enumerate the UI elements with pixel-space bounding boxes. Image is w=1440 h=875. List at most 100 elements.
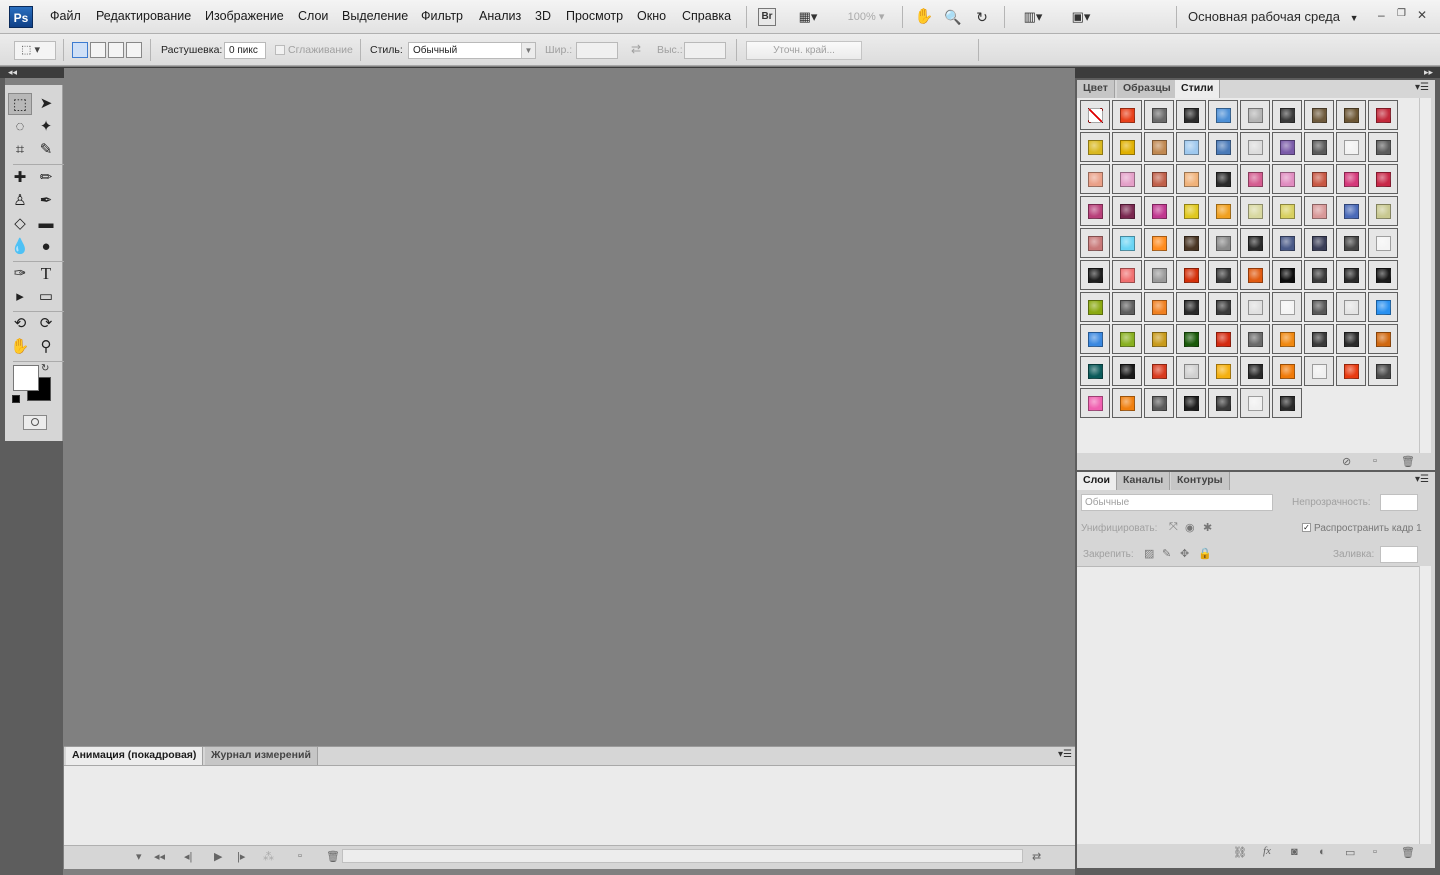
style-swatch[interactable] xyxy=(1144,356,1174,386)
first-frame-icon[interactable]: ◂◂ xyxy=(154,850,165,863)
style-swatch[interactable] xyxy=(1272,356,1302,386)
delete-style-icon[interactable]: 🗑 xyxy=(1401,455,1415,468)
style-swatch[interactable] xyxy=(1336,228,1366,258)
3d-rotate-icon[interactable]: ⟲ xyxy=(8,313,32,335)
delete-layer-icon[interactable]: 🗑 xyxy=(1401,846,1415,859)
intersect-selection-icon[interactable] xyxy=(126,42,142,58)
style-swatch[interactable] xyxy=(1240,388,1270,418)
unify-position-icon[interactable]: ⤧ xyxy=(1169,521,1178,534)
add-mask-icon[interactable]: ◙ xyxy=(1291,846,1298,858)
default-colors-icon[interactable] xyxy=(12,395,20,403)
previous-frame-icon[interactable]: ◂| xyxy=(184,850,192,863)
horizontal-scrollbar[interactable] xyxy=(342,849,1023,863)
animation-frames-area[interactable] xyxy=(64,765,1075,849)
add-to-selection-icon[interactable] xyxy=(90,42,106,58)
type-tool-icon[interactable]: T xyxy=(34,263,58,285)
lock-pixels-icon[interactable]: ✎ xyxy=(1162,547,1171,560)
menu-image[interactable]: Изображение xyxy=(205,9,284,23)
style-swatch[interactable] xyxy=(1336,260,1366,290)
style-swatch[interactable] xyxy=(1176,388,1206,418)
style-swatch[interactable] xyxy=(1176,356,1206,386)
style-swatch[interactable] xyxy=(1144,164,1174,194)
hand-tool-icon[interactable]: ✋ xyxy=(8,336,32,358)
style-swatch[interactable] xyxy=(1112,100,1142,130)
style-swatch[interactable] xyxy=(1112,132,1142,162)
menu-layers[interactable]: Слои xyxy=(298,9,328,23)
lock-transparency-icon[interactable]: ▨ xyxy=(1144,547,1154,560)
layers-list[interactable] xyxy=(1077,566,1419,844)
hand-tool-icon[interactable]: ✋ xyxy=(914,8,934,26)
collapse-left-icon[interactable]: ◂◂ xyxy=(8,67,17,78)
style-swatch[interactable] xyxy=(1240,100,1270,130)
style-swatch[interactable] xyxy=(1240,324,1270,354)
style-swatch[interactable] xyxy=(1272,164,1302,194)
style-swatch[interactable] xyxy=(1208,292,1238,322)
swap-colors-icon[interactable]: ↻ xyxy=(41,363,49,374)
screen-mode-icon[interactable]: ▣▾ xyxy=(1064,8,1098,26)
timeline-mode-icon[interactable]: ⇄ xyxy=(1032,850,1041,863)
style-swatch[interactable] xyxy=(1208,100,1238,130)
crop-tool-icon[interactable]: ⌗ xyxy=(8,139,32,161)
style-swatch[interactable] xyxy=(1208,356,1238,386)
adjustment-layer-icon[interactable]: ◐ xyxy=(1319,846,1326,858)
panel-menu-icon[interactable]: ▾☰ xyxy=(1415,474,1429,485)
layer-style-icon[interactable]: fx xyxy=(1263,845,1271,857)
style-swatch[interactable] xyxy=(1272,196,1302,226)
style-swatch[interactable] xyxy=(1144,292,1174,322)
tab-animation[interactable]: Анимация (покадровая) xyxy=(66,747,204,765)
style-swatch[interactable] xyxy=(1112,388,1142,418)
style-swatch[interactable] xyxy=(1336,100,1366,130)
rotate-view-icon[interactable]: ↻ xyxy=(972,8,992,26)
style-swatch[interactable] xyxy=(1080,356,1110,386)
new-frame-icon[interactable]: ▫ xyxy=(298,850,302,862)
menu-select[interactable]: Выделение xyxy=(342,9,408,23)
style-swatch[interactable] xyxy=(1176,196,1206,226)
bridge-button[interactable]: Br xyxy=(758,8,776,26)
style-swatch[interactable] xyxy=(1112,228,1142,258)
path-selection-icon[interactable]: ▸ xyxy=(8,286,32,308)
style-swatch[interactable] xyxy=(1112,292,1142,322)
style-swatch[interactable] xyxy=(1272,260,1302,290)
style-swatch[interactable] xyxy=(1240,228,1270,258)
menu-file[interactable]: Файл xyxy=(50,9,81,23)
document-canvas-area[interactable] xyxy=(64,68,1075,746)
style-swatch[interactable] xyxy=(1080,260,1110,290)
marquee-tool-icon[interactable]: ⬚ xyxy=(8,93,32,115)
tween-icon[interactable]: ⁂ xyxy=(263,850,274,863)
tab-paths[interactable]: Контуры xyxy=(1171,472,1230,490)
style-swatch[interactable] xyxy=(1112,260,1142,290)
style-swatch[interactable] xyxy=(1272,228,1302,258)
style-swatch[interactable] xyxy=(1304,228,1334,258)
height-input[interactable] xyxy=(684,42,726,59)
style-swatch[interactable] xyxy=(1144,260,1174,290)
style-swatch[interactable] xyxy=(1208,196,1238,226)
new-group-icon[interactable]: ▭ xyxy=(1345,846,1355,859)
zoom-tool-icon[interactable]: 🔍 xyxy=(943,8,963,26)
clone-stamp-icon[interactable]: ♙ xyxy=(8,190,32,212)
new-layer-icon[interactable]: ▫ xyxy=(1373,846,1377,858)
style-swatch[interactable] xyxy=(1144,100,1174,130)
arrange-documents-icon[interactable]: ▥▾ xyxy=(1016,8,1050,26)
menu-edit[interactable]: Редактирование xyxy=(96,9,191,23)
style-swatch[interactable] xyxy=(1144,132,1174,162)
feather-input[interactable]: 0 пикс xyxy=(224,42,266,59)
style-swatch[interactable] xyxy=(1176,260,1206,290)
style-swatch[interactable] xyxy=(1304,100,1334,130)
style-swatch[interactable] xyxy=(1208,324,1238,354)
antialias-checkbox[interactable] xyxy=(275,45,285,55)
style-swatch[interactable] xyxy=(1304,356,1334,386)
lock-all-icon[interactable]: 🔒 xyxy=(1198,547,1212,560)
loop-options-dropdown[interactable]: ▾ xyxy=(136,850,142,863)
style-swatch[interactable] xyxy=(1080,132,1110,162)
clear-style-icon[interactable]: ⊘ xyxy=(1342,455,1351,468)
style-swatch[interactable] xyxy=(1144,324,1174,354)
style-swatch[interactable] xyxy=(1144,196,1174,226)
style-swatch[interactable] xyxy=(1304,196,1334,226)
style-swatch[interactable] xyxy=(1304,132,1334,162)
next-frame-icon[interactable]: |▸ xyxy=(237,850,245,863)
propagate-frame-checkbox[interactable]: ✓ xyxy=(1302,523,1311,532)
lock-position-icon[interactable]: ✥ xyxy=(1180,547,1189,560)
style-swatch[interactable] xyxy=(1080,324,1110,354)
foreground-color-swatch[interactable] xyxy=(13,365,39,391)
swap-dimensions-icon[interactable]: ⇄ xyxy=(631,42,641,56)
